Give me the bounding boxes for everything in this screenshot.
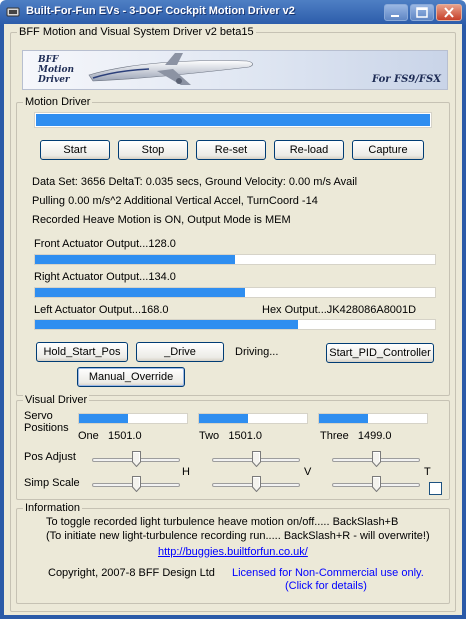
servo-three-label: Three 1499.0 <box>320 430 392 442</box>
servo-two-label: Two 1501.0 <box>199 430 262 442</box>
right-actuator-bar <box>34 287 436 298</box>
airplane-icon <box>88 53 253 85</box>
bff-logo: BFF Motion Driver <box>29 52 74 89</box>
stop-button[interactable]: Stop <box>118 140 188 160</box>
left-actuator-label: Left Actuator Output...168.0 <box>34 304 169 316</box>
client-area: BFF Motion and Visual System Driver v2 b… <box>4 24 462 615</box>
app-icon[interactable] <box>6 5 20 19</box>
app-window: Built-For-Fun EVs - 3-DOF Cockpit Motion… <box>0 0 466 619</box>
copyright-text: Copyright, 2007-8 BFF Design Ltd <box>48 567 215 579</box>
servo-one-fill <box>79 414 128 423</box>
reset-button[interactable]: Re-set <box>196 140 266 160</box>
motion-driver-title: Motion Driver <box>23 96 93 108</box>
title-bar[interactable]: Built-For-Fun EVs - 3-DOF Cockpit Motion… <box>0 0 466 24</box>
servo-positions-label: Servo Positions <box>24 410 69 434</box>
servo-three-bar <box>318 413 428 424</box>
start-pid-controller-button[interactable]: Start_PID_Controller <box>326 343 434 363</box>
banner-tagline: For FS9/FSX <box>372 74 441 85</box>
servo-one-bar <box>78 413 188 424</box>
hold-start-pos-button[interactable]: Hold_Start_Pos <box>36 342 128 362</box>
top-progress-fill <box>35 113 431 127</box>
simp-scale-label: Simp Scale <box>24 477 80 489</box>
information-title: Information <box>23 502 83 514</box>
servo-two-fill <box>199 414 248 423</box>
simp-scale-slider-thumb-two[interactable] <box>252 476 261 492</box>
left-actuator-fill <box>35 320 299 329</box>
bff-group-title: BFF Motion and Visual System Driver v2 b… <box>17 26 256 38</box>
reload-button[interactable]: Re-load <box>274 140 344 160</box>
status-data-set: Data Set: 3656 DeltaT: 0.035 secs, Groun… <box>32 176 358 188</box>
info-toggle-text: To toggle recorded light turbulence heav… <box>46 516 399 528</box>
license-link[interactable]: Licensed for Non-Commercial use only. <box>232 567 424 579</box>
hex-output-label: Hex Output...JK428086A8001D <box>262 304 417 316</box>
axis-v-label: V <box>304 466 312 478</box>
maximize-icon <box>416 7 428 18</box>
top-progress-bar <box>34 112 432 128</box>
close-button[interactable] <box>436 4 462 21</box>
capture-button[interactable]: Capture <box>352 140 424 160</box>
axis-t-label: T <box>424 466 431 478</box>
simp-scale-slider-thumb-one[interactable] <box>132 476 141 492</box>
start-button[interactable]: Start <box>40 140 110 160</box>
pos-adjust-slider-thumb-two[interactable] <box>252 451 261 467</box>
servo-three-fill <box>319 414 368 423</box>
drive-button[interactable]: _Drive <box>136 342 224 362</box>
maximize-button[interactable] <box>410 4 434 21</box>
left-actuator-bar <box>34 319 436 330</box>
axis-h-label: H <box>182 466 190 478</box>
banner: BFF Motion Driver For FS9/FSX <box>22 50 448 90</box>
pos-adjust-slider-thumb-one[interactable] <box>132 451 141 467</box>
right-actuator-label: Right Actuator Output...134.0 <box>34 271 176 283</box>
close-icon <box>444 7 454 18</box>
servo-one-label: One 1501.0 <box>78 430 142 442</box>
servo-two-bar <box>198 413 308 424</box>
right-actuator-fill <box>35 288 245 297</box>
simp-scale-slider-thumb-three[interactable] <box>372 476 381 492</box>
pos-adjust-label: Pos Adjust <box>24 451 76 463</box>
front-actuator-bar <box>34 254 436 265</box>
status-heave: Recorded Heave Motion is ON, Output Mode… <box>32 214 291 226</box>
t-checkbox[interactable] <box>429 482 442 495</box>
minimize-icon <box>391 15 399 17</box>
visual-driver-title: Visual Driver <box>23 394 90 406</box>
front-actuator-fill <box>35 255 235 264</box>
manual-override-button[interactable]: Manual_Override <box>77 367 185 387</box>
license-details-link[interactable]: (Click for details) <box>285 580 367 592</box>
front-actuator-label: Front Actuator Output...128.0 <box>34 238 176 250</box>
window-title: Built-For-Fun EVs - 3-DOF Cockpit Motion… <box>26 5 295 17</box>
status-pulling: Pulling 0.00 m/s^2 Additional Vertical A… <box>32 195 318 207</box>
pos-adjust-slider-thumb-three[interactable] <box>372 451 381 467</box>
driving-status: Driving... <box>235 346 279 358</box>
info-initiate-text: (To initiate new light-turbulence record… <box>46 530 430 542</box>
minimize-button[interactable] <box>384 4 408 21</box>
website-link[interactable]: http://buggies.builtforfun.co.uk/ <box>158 546 308 558</box>
